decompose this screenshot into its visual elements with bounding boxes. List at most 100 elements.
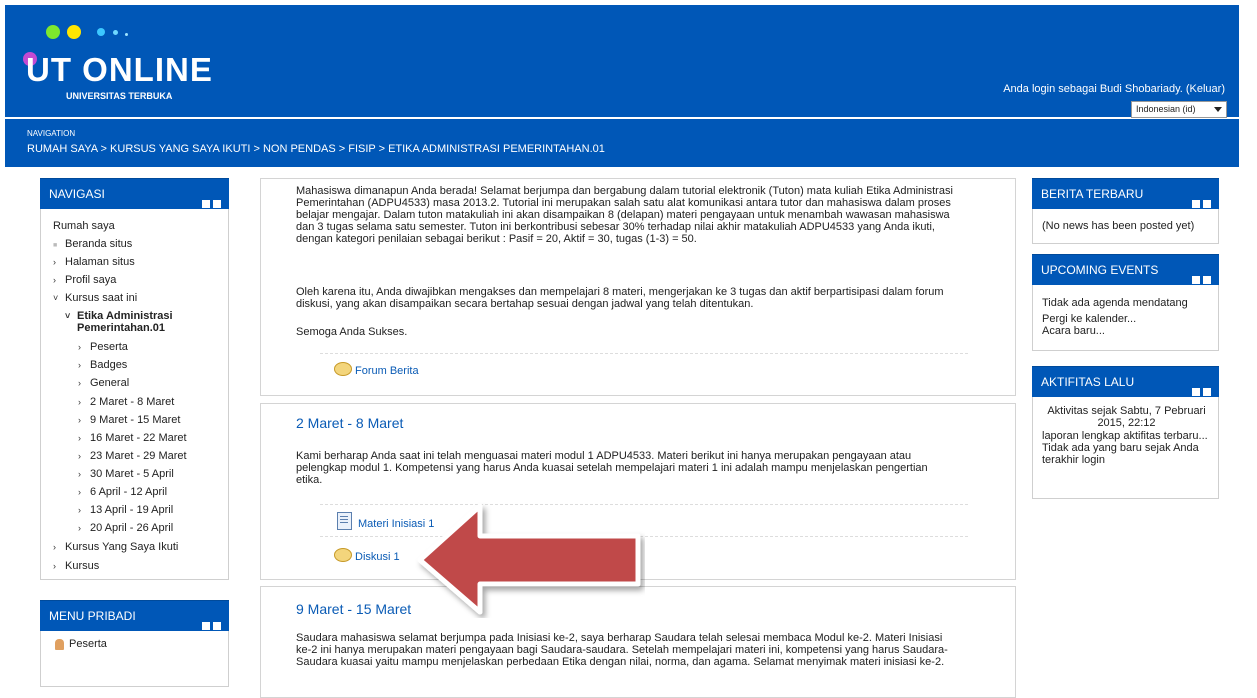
- chevron-right-icon: ›: [78, 451, 81, 461]
- berita-body: (No news has been posted yet): [1032, 209, 1219, 244]
- aktifitas-header: AKTIFITAS LALU: [1032, 366, 1219, 397]
- nav-item[interactable]: › General: [78, 377, 129, 389]
- nav-item-label: 30 Maret - 5 April: [90, 468, 174, 480]
- nav-item[interactable]: ˅ Kursus saat ini: [53, 292, 137, 304]
- login-info[interactable]: Anda login sebagai Budi Shobariady. (Kel…: [1003, 83, 1225, 95]
- nav-item[interactable]: › Profil saya: [53, 274, 116, 286]
- forum-icon: [334, 362, 352, 376]
- dock-icon[interactable]: [202, 200, 210, 208]
- nav-item-label: Kursus Yang Saya Ikuti: [65, 541, 179, 553]
- section-title-week1[interactable]: 2 Maret - 8 Maret: [296, 415, 403, 431]
- nav-item[interactable]: › 20 April - 26 April: [78, 522, 173, 534]
- chevron-right-icon: ›: [53, 257, 56, 267]
- menu-pribadi-peserta[interactable]: Peserta: [69, 638, 107, 650]
- dock-icon[interactable]: [1192, 388, 1200, 396]
- chevron-down-icon: ˅: [65, 311, 71, 321]
- nav-item-label: Pemerintahan.01: [77, 322, 166, 334]
- collapse-icon[interactable]: [213, 622, 221, 630]
- nav-item[interactable]: › 16 Maret - 22 Maret: [78, 432, 187, 444]
- section-title-week2[interactable]: 9 Maret - 15 Maret: [296, 601, 411, 617]
- navbar: NAVIGATION RUMAH SAYA > KURSUS YANG SAYA…: [5, 119, 1239, 167]
- nav-item-label: Beranda situs: [65, 238, 133, 250]
- nav-item-label: 13 April - 19 April: [90, 504, 174, 516]
- nav-item-label: 23 Maret - 29 Maret: [90, 450, 187, 462]
- chevron-right-icon: ›: [78, 342, 81, 352]
- forum-icon: [334, 548, 352, 562]
- nav-item-label: Halaman situs: [65, 256, 135, 268]
- square-icon: ■: [53, 242, 58, 249]
- chevron-right-icon: ›: [78, 415, 81, 425]
- language-select[interactable]: Indonesian (id): [1131, 101, 1227, 118]
- nav-item-label: 20 April - 26 April: [90, 522, 174, 534]
- page-icon: [337, 512, 352, 530]
- menu-pribadi-body: Peserta: [40, 631, 229, 687]
- chevron-right-icon: ›: [78, 378, 81, 388]
- nav-item-label: Etika Administrasi: [77, 310, 173, 322]
- menu-pribadi-block: MENU PRIBADI Peserta: [40, 600, 229, 687]
- nav-item-label: 2 Maret - 8 Maret: [90, 396, 175, 408]
- forum-berita-label: Forum Berita: [355, 365, 419, 377]
- nav-item[interactable]: › 23 Maret - 29 Maret: [78, 450, 187, 462]
- divider: [320, 353, 968, 354]
- collapse-icon[interactable]: [1203, 276, 1211, 284]
- nav-item[interactable]: › 2 Maret - 8 Maret: [78, 396, 174, 408]
- breadcrumb[interactable]: RUMAH SAYA > KURSUS YANG SAYA IKUTI > NO…: [27, 143, 605, 155]
- collapse-icon[interactable]: [213, 200, 221, 208]
- nav-item[interactable]: ■ Beranda situs: [53, 238, 132, 250]
- chevron-right-icon: ›: [78, 469, 81, 479]
- forum-berita-link[interactable]: Forum Berita: [334, 362, 419, 377]
- chevron-right-icon: ›: [53, 561, 56, 571]
- menu-pribadi-header: MENU PRIBADI: [40, 600, 229, 631]
- events-empty: Tidak ada agenda mendatang: [1042, 297, 1188, 309]
- navigasi-title: NAVIGASI: [49, 187, 105, 201]
- dock-icon[interactable]: [1192, 276, 1200, 284]
- nav-item[interactable]: › 9 Maret - 15 Maret: [78, 414, 180, 426]
- aktifitas-since-line2: 2015, 22:12: [1097, 417, 1156, 429]
- section-paragraph-line: Saudara kuasai yaitu mampu menjelaskan p…: [296, 656, 945, 668]
- diskusi-1-link[interactable]: Diskusi 1: [334, 548, 400, 563]
- nav-item[interactable]: Pemerintahan.01: [77, 322, 165, 334]
- chevron-right-icon: ›: [78, 433, 81, 443]
- events-body: Tidak ada agenda mendatang Pergi ke kale…: [1032, 285, 1219, 351]
- nav-item[interactable]: ˅ Etika Administrasi: [65, 310, 173, 322]
- berita-block: BERITA TERBARU (No news has been posted …: [1032, 178, 1219, 244]
- intro-paragraph-line: diskusi, yang akan disampaikan secara be…: [296, 298, 754, 310]
- nav-item-label: Profil saya: [65, 274, 117, 286]
- aktifitas-block: AKTIFITAS LALU Aktivitas sejak Sabtu, 7 …: [1032, 366, 1219, 499]
- nav-item[interactable]: › Kursus Yang Saya Ikuti: [53, 541, 178, 553]
- berita-empty: (No news has been posted yet): [1042, 220, 1195, 232]
- collapse-icon[interactable]: [1203, 200, 1211, 208]
- intro-paragraph-line: dengan kategori penilaian sebagai beriku…: [296, 233, 697, 245]
- logo-title[interactable]: UT ONLINE: [26, 51, 213, 89]
- nav-item[interactable]: › Kursus: [53, 560, 99, 572]
- events-block: UPCOMING EVENTS Tidak ada agenda mendata…: [1032, 254, 1219, 351]
- nav-item[interactable]: › 6 April - 12 April: [78, 486, 167, 498]
- nav-item-label: Kursus: [65, 560, 100, 572]
- chevron-down-icon: ˅: [53, 293, 59, 303]
- aktifitas-none-line2: terakhir login: [1042, 454, 1105, 466]
- chevron-down-icon: [1214, 107, 1222, 112]
- nav-item[interactable]: › 13 April - 19 April: [78, 504, 173, 516]
- new-event-link[interactable]: Acara baru...: [1042, 325, 1105, 338]
- nav-item-label: 9 Maret - 15 Maret: [90, 414, 181, 426]
- nav-item[interactable]: › Badges: [78, 359, 127, 371]
- collapse-icon[interactable]: [1203, 388, 1211, 396]
- intro-paragraph-line: Semoga Anda Sukses.: [296, 326, 408, 338]
- menu-pribadi-title: MENU PRIBADI: [49, 609, 136, 623]
- nav-item[interactable]: Rumah saya: [53, 220, 115, 232]
- user-icon: [55, 639, 64, 650]
- nav-item[interactable]: › Peserta: [78, 341, 128, 353]
- dock-icon[interactable]: [1192, 200, 1200, 208]
- section-paragraph-line: pelengkap modul 1. Kompetensi yang harus…: [296, 462, 928, 474]
- chevron-right-icon: ›: [78, 360, 81, 370]
- nav-item-label: Rumah saya: [53, 220, 115, 232]
- chevron-right-icon: ›: [78, 397, 81, 407]
- nav-item[interactable]: › 30 Maret - 5 April: [78, 468, 174, 480]
- events-title: UPCOMING EVENTS: [1041, 263, 1159, 277]
- nav-item[interactable]: › Halaman situs: [53, 256, 135, 268]
- chevron-right-icon: ›: [53, 542, 56, 552]
- nav-item-label: 6 April - 12 April: [90, 486, 168, 498]
- nav-item-label: Kursus saat ini: [65, 292, 138, 304]
- nav-item-label: General: [90, 377, 130, 389]
- dock-icon[interactable]: [202, 622, 210, 630]
